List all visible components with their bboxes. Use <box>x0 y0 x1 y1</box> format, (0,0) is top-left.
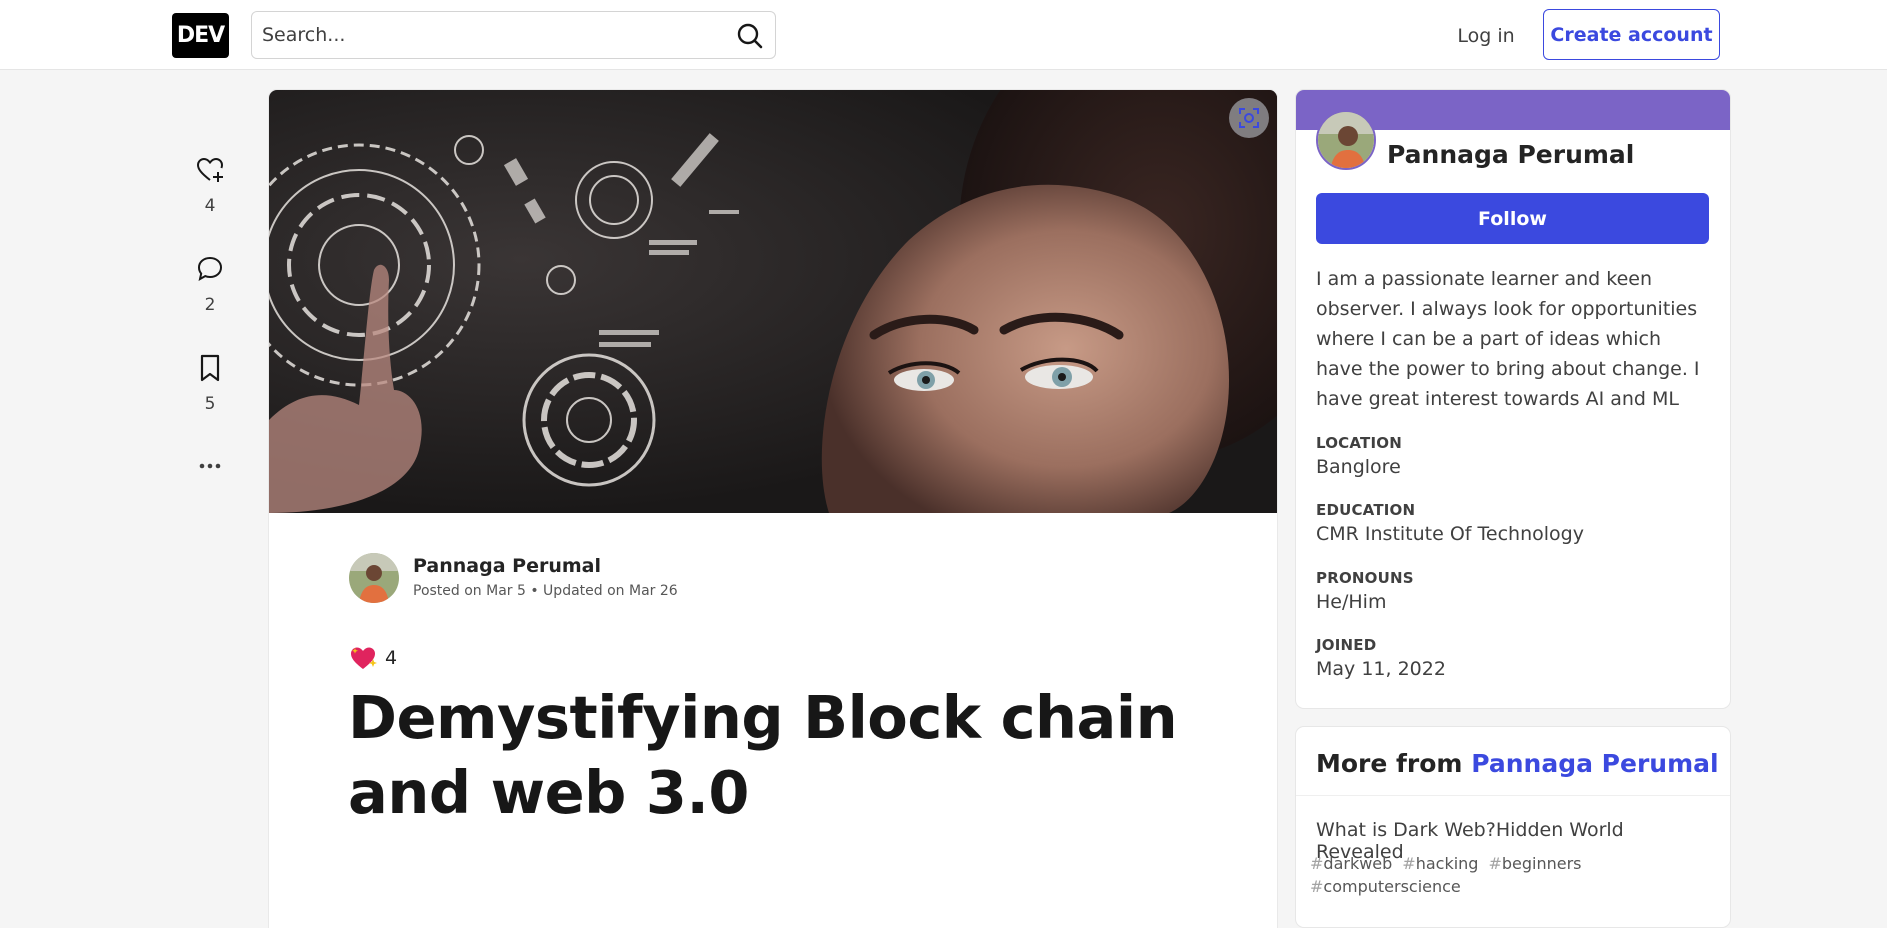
comment-icon <box>197 256 223 281</box>
author-profile-card: Pannaga Perumal Follow I am a passionate… <box>1296 90 1730 708</box>
sparkle-heart-icon <box>351 647 377 669</box>
tag-label: hacking <box>1415 854 1479 873</box>
field-label: EDUCATION <box>1316 501 1416 519</box>
field-value: He/Him <box>1316 591 1387 613</box>
more-dots-icon <box>199 463 221 469</box>
reaction-summary[interactable]: 4 <box>349 642 397 674</box>
login-link[interactable]: Log in <box>1444 14 1528 58</box>
bookmark-count: 5 <box>204 394 216 414</box>
bookmark-button[interactable]: 5 <box>180 348 240 428</box>
more-article-tags: #darkweb #hacking #beginners #computersc… <box>1310 854 1710 896</box>
more-actions-button[interactable] <box>180 446 240 526</box>
tag-label: darkweb <box>1323 854 1393 873</box>
field-value: Banglore <box>1316 456 1401 478</box>
heart-reaction-button[interactable]: 4 <box>180 150 240 230</box>
scan-icon <box>1239 108 1259 128</box>
reaction-count: 4 <box>385 647 398 669</box>
profile-avatar[interactable] <box>1316 110 1376 170</box>
profile-bio: I am a passionate learner and keen obser… <box>1316 268 1700 410</box>
more-tag-beginners[interactable]: #beginners <box>1488 854 1581 873</box>
more-from-heading: More from Pannaga Perumal <box>1316 749 1719 778</box>
field-value: CMR Institute Of Technology <box>1316 523 1584 545</box>
article-card: Pannaga Perumal Posted on Mar 5 • Update… <box>269 90 1277 928</box>
field-label: LOCATION <box>1316 434 1402 452</box>
author-avatar[interactable] <box>349 553 399 603</box>
more-from-prefix: More from <box>1316 749 1463 778</box>
bookmark-icon <box>200 354 220 382</box>
heart-count: 4 <box>204 196 216 216</box>
comment-button[interactable]: 2 <box>180 249 240 329</box>
heart-plus-icon <box>196 157 224 182</box>
profile-joined: JOINED May 11, 2022 <box>1316 636 1711 680</box>
more-tag-hacking[interactable]: #hacking <box>1402 854 1478 873</box>
profile-name[interactable]: Pannaga Perumal <box>1387 140 1634 169</box>
dev-logo[interactable]: DEV <box>172 13 229 58</box>
image-zoom-button[interactable] <box>1229 98 1269 138</box>
search-button[interactable] <box>733 20 767 52</box>
search-icon <box>737 23 763 49</box>
cover-image <box>269 90 1277 513</box>
more-from-author-link[interactable]: Pannaga Perumal <box>1471 749 1718 778</box>
search-box <box>251 11 776 59</box>
profile-pronouns: PRONOUNS He/Him <box>1316 569 1711 613</box>
create-account-button[interactable]: Create account <box>1543 9 1720 60</box>
comment-count: 2 <box>204 295 216 315</box>
search-input[interactable] <box>262 20 702 50</box>
field-label: PRONOUNS <box>1316 569 1414 587</box>
top-header: DEV Log in Create account <box>0 0 1887 70</box>
article-author-row: Pannaga Perumal Posted on Mar 5 • Update… <box>349 553 849 605</box>
field-label: JOINED <box>1316 636 1377 654</box>
tag-label: beginners <box>1501 854 1582 873</box>
more-tag-computerscience[interactable]: #computerscience <box>1310 877 1461 896</box>
author-name[interactable]: Pannaga Perumal <box>413 555 601 577</box>
profile-education: EDUCATION CMR Institute Of Technology <box>1316 501 1711 545</box>
divider <box>1296 795 1730 796</box>
profile-location: LOCATION Banglore <box>1316 434 1711 478</box>
more-tag-darkweb[interactable]: #darkweb <box>1310 854 1392 873</box>
post-meta: Posted on Mar 5 • Updated on Mar 26 <box>413 583 678 599</box>
field-value: May 11, 2022 <box>1316 658 1446 680</box>
article-title: Demystifying Block chain and web 3.0 <box>348 683 1178 827</box>
follow-button[interactable]: Follow <box>1316 193 1709 244</box>
more-from-card: More from Pannaga Perumal What is Dark W… <box>1296 727 1730 927</box>
tag-label: computerscience <box>1323 877 1461 896</box>
